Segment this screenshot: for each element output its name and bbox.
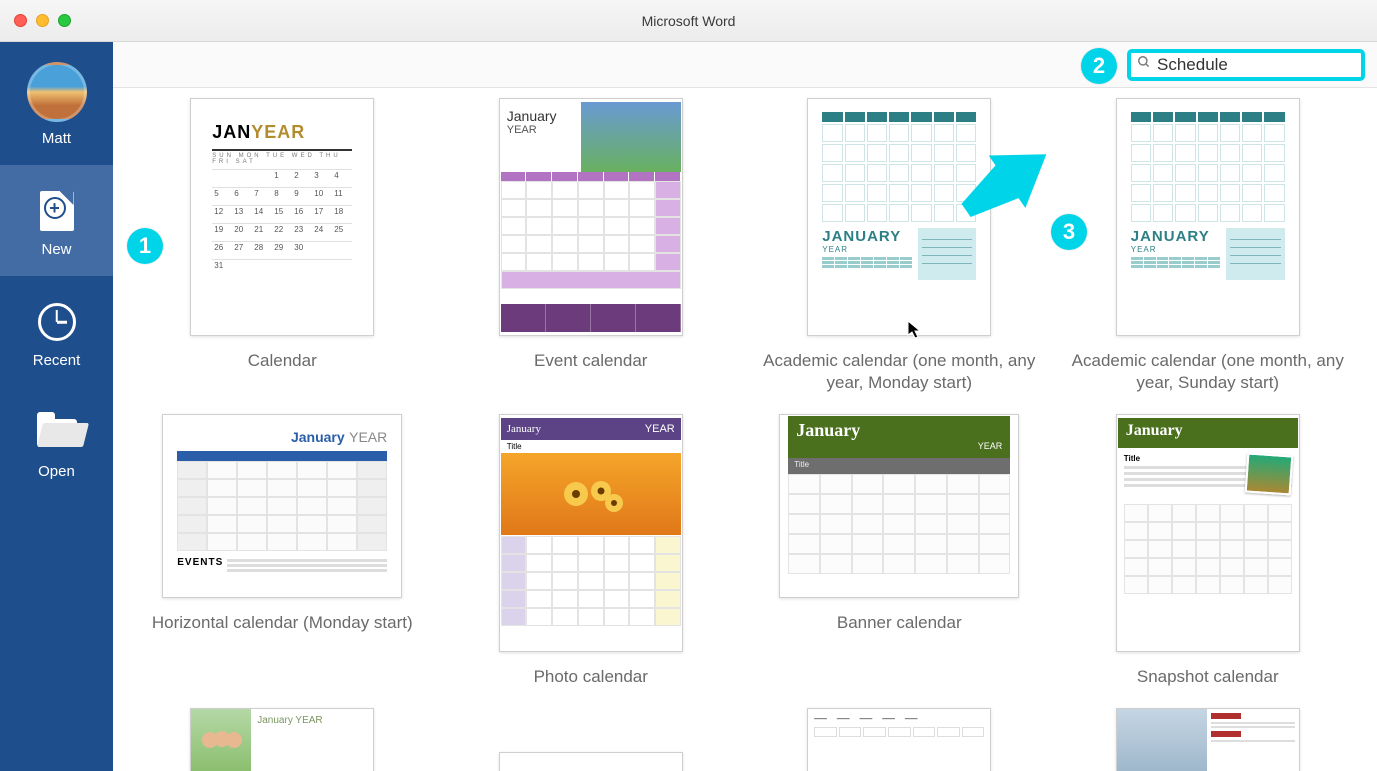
main-panel: ✕ JANYEAR SUN MON TUE WED THU FRI SAT 12… [113, 42, 1377, 771]
template-thumbnail: JANUARY YEAR [1116, 98, 1300, 336]
template-card[interactable]: JanuaryYEAR Title Banner calendar [750, 414, 1049, 634]
mouse-cursor-icon [907, 320, 923, 340]
template-card[interactable]: January Title [1059, 414, 1358, 688]
template-card[interactable]: JANUARY YEAR Academic calendar (one mont… [1059, 98, 1358, 394]
user-name: Matt [42, 130, 71, 147]
annotation-marker-1: 1 [127, 228, 163, 264]
template-label: Banner calendar [837, 612, 962, 634]
template-thumbnail: January YEAR [190, 708, 374, 771]
search-field[interactable]: ✕ [1127, 49, 1365, 81]
template-card[interactable] [1059, 708, 1358, 771]
template-card[interactable]: JanuaryYEAR [442, 98, 741, 372]
folder-icon [37, 419, 77, 447]
template-thumbnail: JanuaryYEAR Title [499, 414, 683, 652]
template-label: Photo calendar [534, 666, 648, 688]
template-thumbnail: January YEAR EVENTS [162, 414, 402, 598]
sidebar-user[interactable]: Matt [0, 42, 113, 165]
template-thumbnail: JanuaryYEAR Title [779, 414, 1019, 598]
sidebar-item-new[interactable]: New [0, 165, 113, 276]
sidebar-item-label: Open [38, 463, 75, 480]
sidebar: Matt New Recent Open [0, 42, 113, 771]
template-label: Horizontal calendar (Monday start) [152, 612, 413, 634]
template-card[interactable]: JANYEAR SUN MON TUE WED THU FRI SAT 1234… [133, 98, 432, 372]
window-title: Microsoft Word [0, 13, 1377, 29]
annotation-arrow-icon [959, 138, 1069, 233]
template-card[interactable]: January YEAR EVENTS Ho [133, 414, 432, 634]
sidebar-item-label: New [41, 241, 71, 258]
search-input[interactable] [1157, 55, 1377, 75]
titlebar: Microsoft Word [0, 0, 1377, 42]
sidebar-item-open[interactable]: Open [0, 387, 113, 498]
avatar [27, 62, 87, 122]
template-thumbnail [499, 752, 683, 771]
template-label: Academic calendar (one month, any year, … [1068, 350, 1348, 394]
template-card[interactable] [442, 708, 741, 771]
search-icon [1137, 55, 1151, 74]
template-thumbnail [1116, 708, 1300, 771]
search-toolbar: ✕ [113, 42, 1377, 88]
template-thumbnail: JanuaryYEAR [499, 98, 683, 336]
template-thumbnail: JANYEAR SUN MON TUE WED THU FRI SAT 1234… [190, 98, 374, 336]
template-card[interactable]: JanuaryYEAR Title [442, 414, 741, 688]
new-document-icon [40, 191, 74, 231]
template-gallery[interactable]: JANYEAR SUN MON TUE WED THU FRI SAT 1234… [113, 88, 1377, 771]
template-thumbnail: ━━━━━━━━━━━━━━━ [807, 708, 991, 771]
template-label: Snapshot calendar [1137, 666, 1279, 688]
template-label: Calendar [248, 350, 317, 372]
template-label: Academic calendar (one month, any year, … [759, 350, 1039, 394]
sidebar-item-label: Recent [33, 352, 81, 369]
template-card[interactable]: ━━━━━━━━━━━━━━━ [750, 708, 1049, 771]
clock-icon [38, 303, 76, 341]
sidebar-item-recent[interactable]: Recent [0, 276, 113, 387]
template-label: Event calendar [534, 350, 647, 372]
template-card[interactable]: January YEAR [133, 708, 432, 771]
template-thumbnail: January Title [1116, 414, 1300, 652]
annotation-marker-2: 2 [1081, 48, 1117, 84]
